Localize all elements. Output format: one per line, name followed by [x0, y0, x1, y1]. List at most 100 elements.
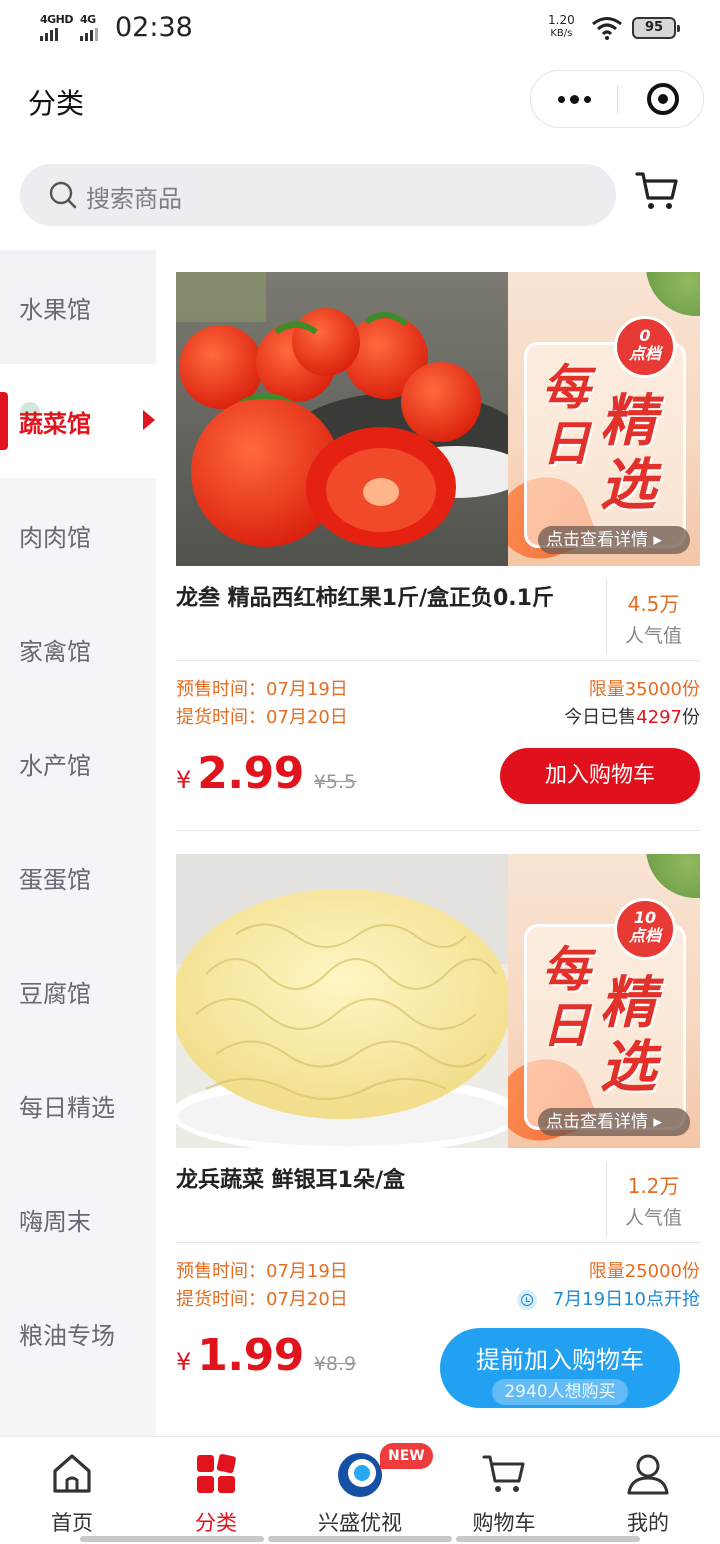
sidebar-item-daily-pick[interactable]: 每日精选	[0, 1048, 156, 1162]
category-icon	[197, 1454, 236, 1493]
sidebar-item-label: 蔬菜馆	[19, 409, 91, 438]
limit-quantity: 限量35000份	[588, 679, 700, 700]
product-title[interactable]: 龙兵蔬菜 鲜银耳1朵/盒	[176, 1164, 588, 1198]
search-placeholder: 搜索商品	[86, 185, 182, 213]
price: ¥1.99 ¥8.9	[176, 1330, 356, 1381]
sidebar-item-eggs[interactable]: 蛋蛋馆	[0, 820, 156, 934]
sale-times: 预售时间：07月19日 提货时间：07月20日	[176, 1258, 348, 1314]
sale-start: 7月19日10点开抢	[516, 1286, 700, 1314]
video-icon	[338, 1453, 382, 1497]
tab-label: 我的	[627, 1511, 669, 1535]
tomato-photo	[176, 272, 508, 566]
add-to-cart-button[interactable]: 加入购物车	[500, 748, 700, 804]
profile-icon	[627, 1454, 669, 1495]
tremella-photo	[176, 854, 508, 1148]
mini-program-capsule	[530, 70, 704, 128]
sidebar-item-label: 家禽馆	[19, 637, 91, 666]
network-speed: 1.20 KB/s	[548, 14, 575, 40]
stock-info: 限量25000份 7月19日10点开抢	[516, 1258, 700, 1314]
sidebar-item-label: 豆腐馆	[19, 979, 91, 1008]
search-icon	[49, 181, 77, 209]
view-detail-button[interactable]: 点击查看详情 ▸	[538, 526, 690, 554]
product-title[interactable]: 龙叁 精品西红柿红果1斤/盒正负0.1斤	[176, 582, 588, 616]
network-type-2: 4G	[80, 13, 96, 26]
tab-cart[interactable]: 购物车	[432, 1437, 576, 1541]
popularity: 4.5万 人气值	[606, 580, 700, 654]
speed-value: 1.20	[548, 13, 575, 27]
sidebar-item-label: 蛋蛋馆	[19, 865, 91, 894]
popularity-value: 1.2万	[627, 1174, 680, 1198]
sidebar-item-label: 嗨周末	[19, 1207, 91, 1236]
sidebar-item-weekend[interactable]: 嗨周末	[0, 1162, 156, 1276]
presale-time: 预售时间：07月19日	[176, 679, 348, 700]
gesture-bar	[80, 1536, 640, 1542]
close-mini-program-icon[interactable]	[647, 83, 679, 115]
time-slot-badge: 0 点档	[614, 316, 676, 378]
banner-text-daily: 每日	[542, 360, 591, 472]
sidebar-item-label: 每日精选	[19, 1093, 115, 1122]
tab-category[interactable]: 分类	[144, 1437, 288, 1541]
capsule-divider	[617, 85, 618, 113]
battery-icon: 95	[632, 17, 680, 39]
banner-text-pick: 精选	[600, 389, 656, 518]
sidebar-item-label: 水果馆	[19, 295, 91, 324]
sidebar-item-meat[interactable]: 肉肉馆	[0, 478, 156, 592]
current-price: 1.99	[197, 1330, 304, 1381]
clock-icon	[516, 1290, 537, 1310]
wifi-icon	[592, 17, 622, 40]
limit-quantity: 限量25000份	[588, 1261, 700, 1282]
home-icon	[53, 1454, 91, 1493]
status-bar: 4GHD 4G 02:38 1.20 KB/s 95	[0, 0, 720, 58]
sidebar-item-tofu[interactable]: 豆腐馆	[0, 934, 156, 1048]
popularity-value: 4.5万	[627, 592, 680, 616]
speed-unit: KB/s	[550, 28, 573, 39]
want-to-buy-count: 2940人想购买	[492, 1379, 628, 1405]
stock-info: 限量35000份 今日已售4297份	[564, 676, 700, 732]
signal-icon-1	[40, 28, 58, 41]
tab-home[interactable]: 首页	[0, 1437, 144, 1541]
original-price: ¥8.9	[313, 1353, 357, 1375]
sidebar-item-label: 肉肉馆	[19, 523, 91, 552]
currency-symbol: ¥	[176, 766, 192, 794]
view-detail-button[interactable]: 点击查看详情 ▸	[538, 1108, 690, 1136]
pickup-time: 提货时间：07月20日	[176, 1289, 348, 1310]
product-list: 0 点档 每日 精选 点击查看详情 ▸ 龙叁 精品西红柿红果1斤/盒正负0.1斤 …	[156, 250, 720, 1436]
sidebar-item-label: 粮油专场	[19, 1321, 115, 1350]
sidebar-item-vegetable[interactable]: 蔬菜馆	[0, 364, 156, 478]
current-price: 2.99	[197, 748, 304, 799]
sidebar-item-poultry[interactable]: 家禽馆	[0, 592, 156, 706]
daily-pick-banner: 0 点档 每日 精选 点击查看详情 ▸	[508, 272, 700, 566]
divider	[176, 1242, 700, 1243]
sidebar-item-label: 水产馆	[19, 751, 91, 780]
new-badge: NEW	[380, 1443, 433, 1469]
signal-icon-2	[80, 28, 98, 41]
bottom-tab-bar: 首页 分类 兴盛优视 NEW 购物车 我的	[0, 1436, 720, 1544]
sidebar-item-grain-oil[interactable]: 粮油专场	[0, 1276, 156, 1390]
category-sidebar: 水果馆 蔬菜馆 肉肉馆 家禽馆 水产馆 蛋蛋馆 豆腐馆 每日精选 嗨周末 粮油专…	[0, 250, 156, 1436]
search-input[interactable]: 搜索商品	[20, 164, 616, 226]
tab-label: 首页	[51, 1511, 93, 1535]
sidebar-item-seafood[interactable]: 水产馆	[0, 706, 156, 820]
header: 分类	[0, 58, 720, 148]
pickup-time: 提货时间：07月20日	[176, 707, 348, 728]
cart-icon	[482, 1455, 525, 1492]
popularity: 1.2万 人气值	[606, 1162, 700, 1236]
tab-label: 分类	[195, 1511, 237, 1535]
page-title: 分类	[28, 87, 85, 120]
time-slot-badge: 10 点档	[614, 898, 676, 960]
popularity-label: 人气值	[624, 1207, 682, 1229]
tab-profile[interactable]: 我的	[576, 1437, 720, 1541]
more-icon[interactable]	[531, 71, 617, 127]
product-image[interactable]: 10 点档 每日 精选 点击查看详情 ▸	[176, 854, 700, 1148]
product-card[interactable]: 0 点档 每日 精选 点击查看详情 ▸ 龙叁 精品西红柿红果1斤/盒正负0.1斤 …	[176, 272, 700, 852]
clock: 02:38	[115, 12, 193, 43]
original-price: ¥5.5	[313, 771, 357, 793]
sale-start-time: 7月19日10点开抢	[552, 1289, 700, 1310]
banner-text-pick: 精选	[600, 971, 656, 1100]
cart-icon[interactable]	[634, 168, 680, 214]
product-image[interactable]: 0 点档 每日 精选 点击查看详情 ▸	[176, 272, 700, 566]
sidebar-item-fruit[interactable]: 水果馆	[0, 250, 156, 364]
price: ¥2.99 ¥5.5	[176, 748, 356, 799]
pre-add-label: 提前加入购物车	[476, 1346, 644, 1374]
pre-add-to-cart-button[interactable]: 提前加入购物车 2940人想购买	[440, 1328, 680, 1408]
